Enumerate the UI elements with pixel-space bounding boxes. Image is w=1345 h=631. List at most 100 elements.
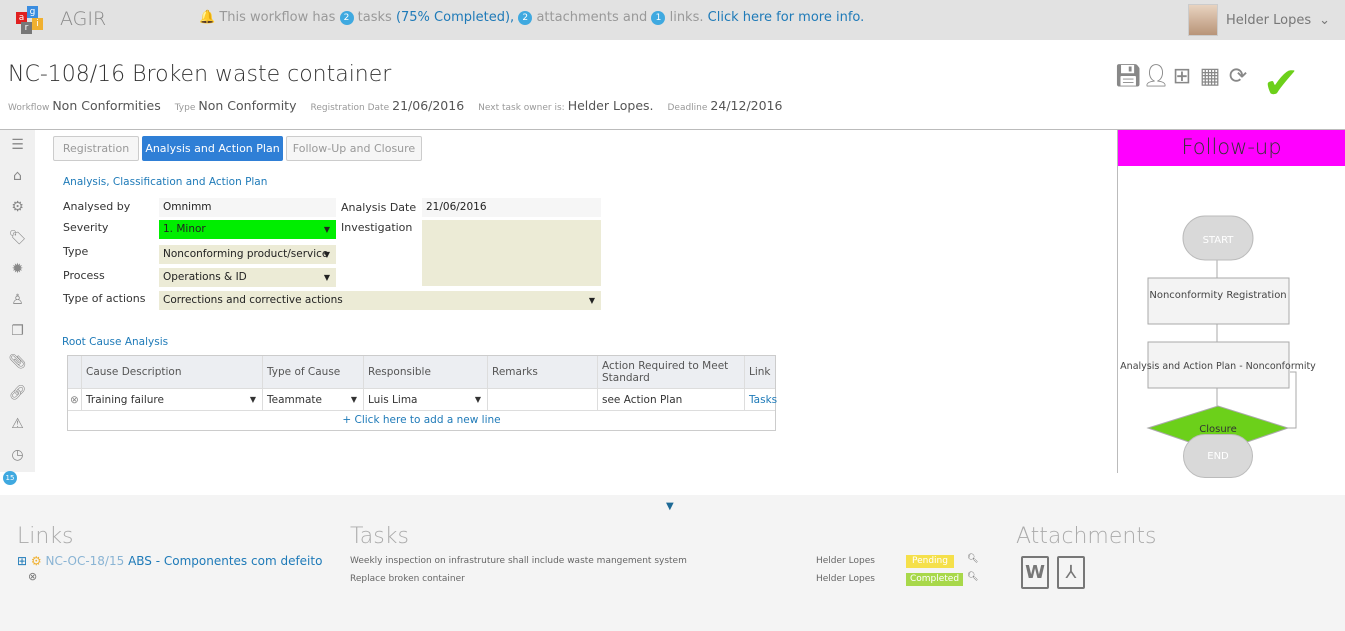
expand-icon[interactable]: ⊞ bbox=[17, 554, 27, 568]
table-header: Cause Description Type of Cause Responsi… bbox=[68, 356, 775, 389]
meta-label: Next task owner is: bbox=[478, 103, 565, 113]
links-title: Links bbox=[17, 524, 74, 549]
task-name[interactable]: Weekly inspection on infrastruture shall… bbox=[350, 556, 687, 566]
analysed-by-field[interactable]: Omnimm bbox=[159, 198, 336, 217]
dropdown-arrow-icon: ▼ bbox=[323, 273, 330, 282]
calendar-icon[interactable]: ▦ bbox=[1198, 64, 1222, 90]
status-badge: Pending bbox=[906, 555, 954, 568]
documents-icon[interactable]: ❐ bbox=[0, 316, 35, 347]
sitemap-icon[interactable]: ⊞ bbox=[1170, 64, 1194, 90]
investigation-field[interactable] bbox=[422, 220, 601, 286]
link-code[interactable]: NC-OC-18/15 bbox=[45, 554, 124, 568]
agir-logo[interactable]: a g r i bbox=[16, 6, 43, 34]
link-icon[interactable]: 🔗︎ bbox=[0, 378, 35, 409]
workflow-diagram: START Nonconformity Registration Analysi… bbox=[1120, 215, 1316, 470]
header-spacer bbox=[68, 356, 82, 388]
column-header: Remarks bbox=[488, 356, 598, 388]
clock-icon[interactable]: ◷ bbox=[0, 440, 35, 471]
section-title: Analysis, Classification and Action Plan bbox=[63, 176, 268, 188]
home-icon[interactable]: ⌂ bbox=[0, 161, 35, 192]
root-cause-table: Cause Description Type of Cause Responsi… bbox=[67, 355, 777, 431]
save-icon[interactable]: 💾︎ bbox=[1114, 64, 1142, 90]
column-header: Link bbox=[749, 366, 771, 378]
more-info-link[interactable]: Click here for more info. bbox=[708, 10, 865, 25]
word-icon[interactable]: W bbox=[1021, 556, 1049, 589]
dropdown-arrow-icon: ▼ bbox=[474, 395, 481, 404]
logo-letter: i bbox=[32, 18, 43, 30]
column-header: Action Required to Meet Standard bbox=[598, 356, 745, 388]
task-name[interactable]: Replace broken container bbox=[350, 574, 465, 584]
menu-icon[interactable]: ☰ bbox=[0, 130, 35, 161]
meta-label: Deadline bbox=[667, 103, 708, 113]
node-label: Nonconformity Registration bbox=[1149, 290, 1286, 301]
pdf-icon[interactable]: ⅄ bbox=[1057, 556, 1085, 589]
chevron-down-icon: ⌄ bbox=[1319, 12, 1331, 28]
bell-icon: 🔔 bbox=[199, 10, 216, 25]
collapse-arrow-icon[interactable]: ▼ bbox=[666, 501, 674, 512]
top-bar: a g r i AGIR 🔔 This workflow has 2 tasks… bbox=[0, 0, 1345, 40]
users-icon[interactable]: ♙ bbox=[0, 285, 35, 316]
tab-registration[interactable]: Registration bbox=[53, 136, 139, 161]
process-select[interactable]: Operations & ID ▼ bbox=[159, 268, 336, 287]
type-of-actions-select[interactable]: Corrections and corrective actions ▼ bbox=[159, 291, 601, 310]
type-of-cause-value: Teammate bbox=[267, 394, 322, 406]
search-icon[interactable]: 🔍︎ bbox=[967, 554, 978, 564]
meta-label: Type bbox=[174, 103, 196, 113]
root-cause-title: Root Cause Analysis bbox=[62, 336, 169, 348]
refresh-icon[interactable]: ⟳ bbox=[1226, 64, 1250, 90]
attachments-title: Attachments bbox=[1016, 524, 1157, 549]
dropdown-arrow-icon: ▼ bbox=[323, 250, 330, 259]
meta-label: Workflow bbox=[8, 103, 50, 113]
investigation-label: Investigation bbox=[341, 221, 413, 234]
tab-follow-up-and-closure[interactable]: Follow-Up and Closure bbox=[286, 136, 422, 161]
user-icon[interactable]: 👤︎ bbox=[1142, 64, 1170, 90]
tags-icon[interactable]: 🏷︎ bbox=[0, 223, 35, 254]
cause-select[interactable]: Training failure ▼ bbox=[82, 389, 263, 410]
add-line-link[interactable]: + Click here to add a new line bbox=[68, 411, 775, 430]
analysis-date-field[interactable]: 21/06/2016 bbox=[422, 198, 601, 217]
star-icon[interactable]: 15 bbox=[0, 471, 35, 491]
severity-value: 1. Minor bbox=[163, 223, 206, 235]
process-value: Operations & ID bbox=[163, 271, 247, 283]
end-node[interactable]: END bbox=[1183, 434, 1253, 478]
meta-label: Registration Date bbox=[310, 103, 390, 113]
meta-value: Helder Lopes. bbox=[567, 98, 654, 113]
gear-icon[interactable]: ✹ bbox=[0, 254, 35, 285]
meta-value: Non Conformity bbox=[198, 98, 297, 113]
type-of-actions-label: Type of actions bbox=[63, 292, 146, 305]
analysis-date-label: Analysis Date bbox=[341, 201, 417, 214]
tasks-link[interactable]: Tasks bbox=[745, 389, 777, 410]
notice-text: links. bbox=[669, 10, 704, 25]
logo-letter: g bbox=[27, 6, 38, 18]
link-text[interactable]: ABS - Componentes com defeito bbox=[128, 554, 322, 568]
responsible-select[interactable]: Luis Lima ▼ bbox=[364, 389, 488, 410]
tab-analysis-and-action-plan[interactable]: Analysis and Action Plan bbox=[142, 136, 283, 161]
table-row: ⊗ Training failure ▼ Teammate ▼ Luis Lima ▼… bbox=[68, 389, 777, 411]
remarks-field[interactable] bbox=[488, 389, 598, 410]
notice-text: attachments and bbox=[536, 10, 648, 25]
registration-node[interactable] bbox=[1147, 277, 1290, 325]
type-value: Nonconforming product/service bbox=[163, 248, 329, 260]
link-item[interactable]: ⊞ ⚙ NC-OC-18/15 ABS - Componentes com de… bbox=[17, 554, 322, 568]
status-badge: Completed bbox=[906, 573, 963, 586]
type-of-cause-select[interactable]: Teammate ▼ bbox=[263, 389, 364, 410]
severity-label: Severity bbox=[63, 221, 109, 234]
meta-value: 24/12/2016 bbox=[710, 98, 783, 113]
search-icon[interactable]: 🔍︎ bbox=[967, 572, 978, 582]
cogs-icon[interactable]: ⚙ bbox=[0, 192, 35, 223]
remove-link-icon[interactable]: ⊗ bbox=[28, 570, 37, 583]
type-select[interactable]: Nonconforming product/service ▼ bbox=[159, 245, 336, 264]
severity-select[interactable]: 1. Minor ▼ bbox=[159, 220, 336, 239]
workflow-notice: 🔔 This workflow has 2 tasks (75% Complet… bbox=[199, 10, 864, 25]
warning-icon[interactable]: ⚠ bbox=[0, 409, 35, 440]
app-name: AGIR bbox=[60, 8, 107, 30]
remove-row-icon[interactable]: ⊗ bbox=[68, 389, 82, 410]
action-field[interactable]: see Action Plan bbox=[598, 389, 745, 410]
tasks-title: Tasks bbox=[350, 524, 409, 549]
paperclip-icon[interactable]: 📎︎ bbox=[0, 347, 35, 378]
dropdown-arrow-icon: ▼ bbox=[588, 296, 595, 305]
user-menu[interactable]: Helder Lopes ⌄ bbox=[1188, 4, 1330, 36]
user-name: Helder Lopes bbox=[1226, 12, 1312, 28]
follow-up-panel: Follow-up START Nonconformity Registrati… bbox=[1117, 130, 1345, 473]
check-icon[interactable]: ✔ bbox=[1254, 62, 1308, 106]
